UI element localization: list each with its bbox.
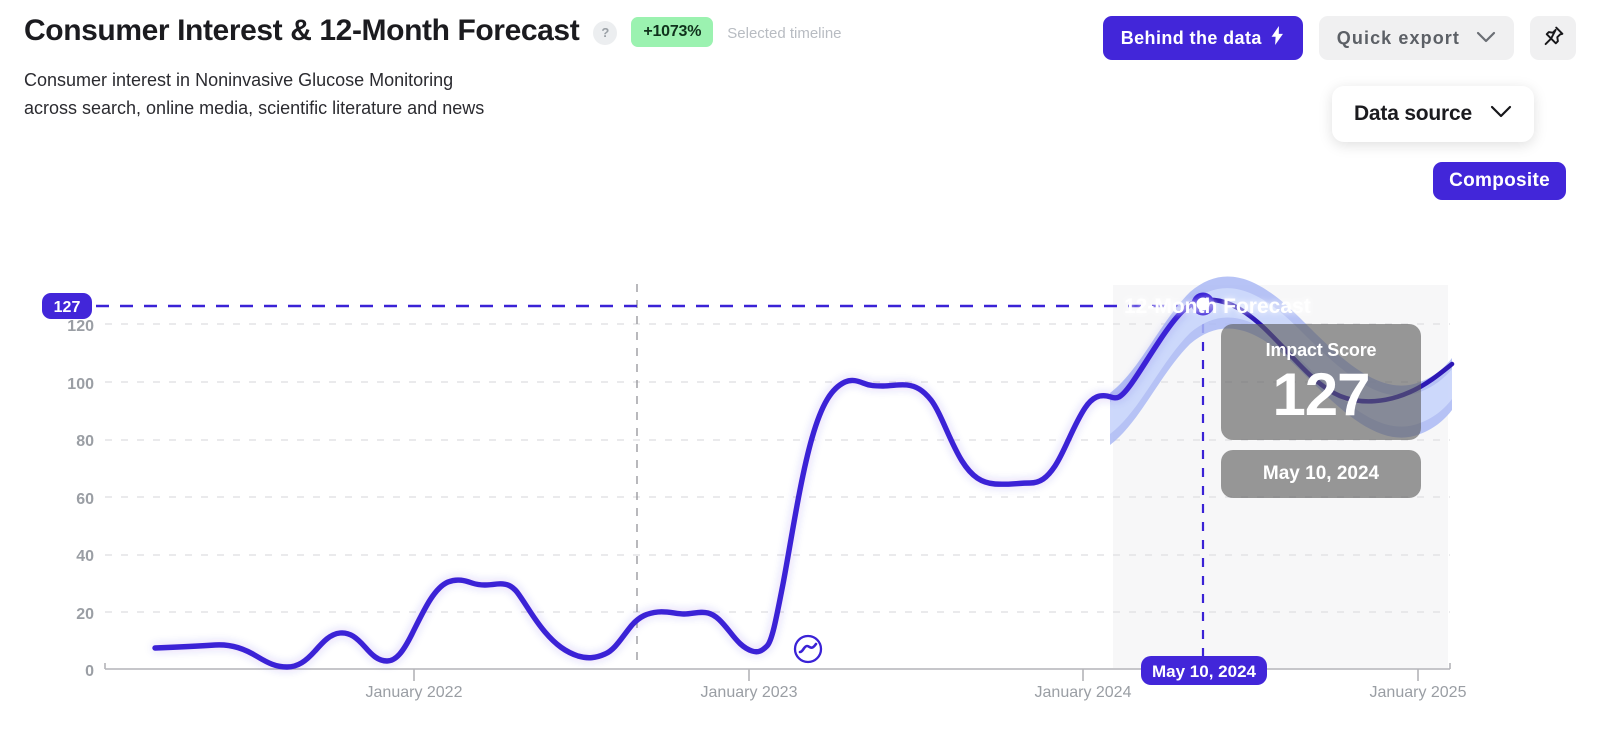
svg-text:May 10, 2024: May 10, 2024 [1152,662,1257,681]
tooltip-date-card: May 10, 2024 [1221,450,1421,498]
svg-text:100: 100 [67,376,94,393]
tooltip-impact-value: 127 [1272,360,1370,428]
svg-text:20: 20 [76,606,94,623]
x-date-badge: May 10, 2024 [1141,656,1267,685]
forecast-annotation-label: 12-Month Forecast [1124,295,1311,318]
svg-text:120: 120 [67,318,94,335]
y-axis-labels: 120 100 80 60 40 20 0 [67,318,94,680]
trend-line-circle-icon[interactable] [793,634,823,664]
svg-text:40: 40 [76,548,94,565]
x-axis-labels: January 2022 January 2023 January 2024 J… [366,684,1467,701]
y-value-badge: 127 [42,293,92,319]
tooltip-impact-label: Impact Score [1265,339,1377,360]
svg-text:0: 0 [85,663,94,680]
dashboard-chart-card: Consumer Interest & 12-Month Forecast ? … [0,0,1600,750]
svg-text:80: 80 [76,433,94,450]
history-line [152,297,1206,670]
x-tick-3: January 2025 [1370,684,1467,701]
x-tick-1: January 2023 [701,684,798,701]
x-tick-2: January 2024 [1035,684,1132,701]
tooltip-impact-card: Impact Score 127 [1221,324,1421,440]
svg-text:60: 60 [76,491,94,508]
svg-text:127: 127 [54,299,81,316]
x-tick-0: January 2022 [366,684,463,701]
chart-area: 120 100 80 60 40 20 0 January 2022 Janua… [0,0,1600,750]
